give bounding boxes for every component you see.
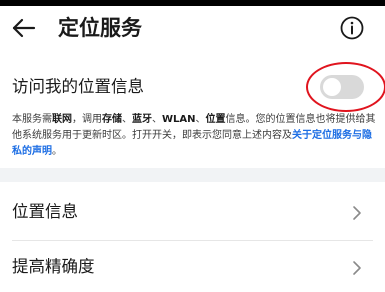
desc-text: 。 [52, 146, 62, 157]
desc-text: 本服务需 [12, 114, 52, 125]
location-access-toggle[interactable] [320, 75, 364, 99]
toggle-knob [323, 78, 341, 96]
desc-bold-bluetooth: 蓝牙 [132, 114, 152, 125]
header: 定位服务 [0, 6, 385, 50]
location-access-section: 访问我的位置信息 本服务需联网，调用存储、蓝牙、WLAN、位置信息。您的位置信息… [0, 58, 385, 168]
section-divider-band [0, 168, 385, 182]
info-circle-icon[interactable] [338, 14, 366, 42]
desc-text: 、 [152, 114, 162, 125]
chevron-right-icon [350, 204, 364, 222]
desc-text: ，调用 [72, 114, 102, 125]
location-access-description: 本服务需联网，调用存储、蓝牙、WLAN、位置信息。您的位置信息也将提供给其他系统… [12, 112, 378, 160]
desc-bold-storage: 存储 [102, 114, 122, 125]
list-item-improve-accuracy[interactable]: 提高精确度 [0, 241, 385, 292]
location-services-page: 定位服务 访问我的位置信息 本服务需联网，调用存储、蓝牙、WLAN、位置信息。您… [0, 0, 385, 292]
settings-list: 位置信息 提高精确度 [0, 182, 385, 292]
list-item-label: 提高精确度 [12, 257, 95, 276]
arrow-left-icon[interactable] [10, 14, 38, 42]
desc-text: 、 [195, 114, 206, 125]
desc-bold-network: 联网 [52, 114, 72, 125]
list-item-label: 位置信息 [12, 202, 78, 221]
page-title: 定位服务 [58, 16, 142, 40]
location-access-label: 访问我的位置信息 [12, 77, 144, 96]
desc-bold-location: 位置 [205, 114, 226, 125]
desc-bold-wlan: WLAN [162, 114, 196, 125]
desc-text: 、 [122, 114, 132, 125]
list-item-location-info[interactable]: 位置信息 [0, 186, 385, 240]
chevron-right-icon [350, 259, 364, 277]
